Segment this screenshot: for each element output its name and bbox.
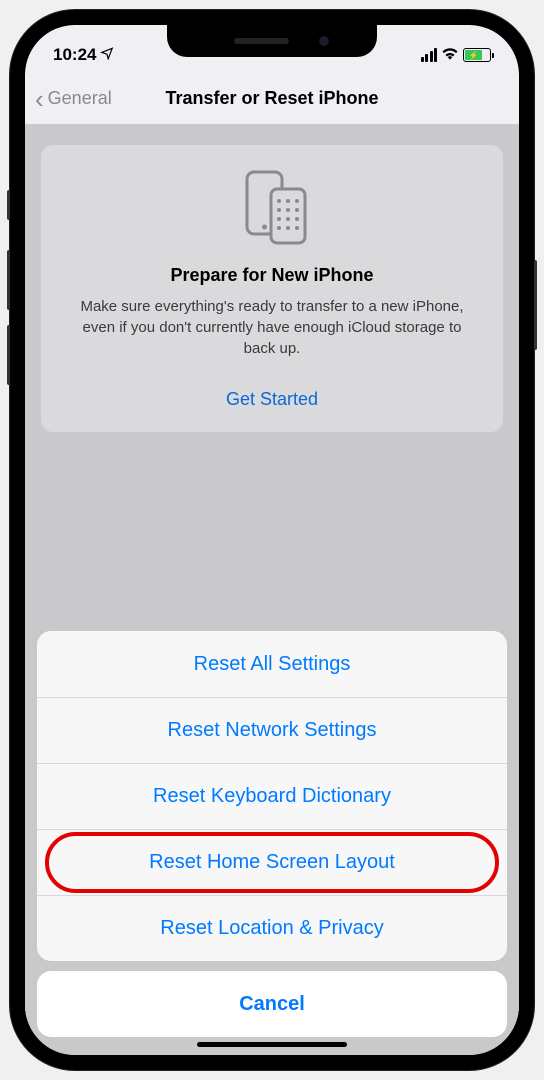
status-time: 10:24 bbox=[53, 45, 96, 65]
reset-location-privacy-option[interactable]: Reset Location & Privacy bbox=[37, 895, 507, 961]
prepare-card: Prepare for New iPhone Make sure everyth… bbox=[41, 145, 503, 432]
cellular-signal-icon bbox=[421, 48, 438, 62]
cancel-label: Cancel bbox=[239, 993, 305, 1016]
reset-network-settings-option[interactable]: Reset Network Settings bbox=[37, 697, 507, 763]
cancel-button[interactable]: Cancel bbox=[37, 971, 507, 1037]
navigation-bar: ‹ General Transfer or Reset iPhone bbox=[25, 73, 519, 125]
option-label: Reset Keyboard Dictionary bbox=[153, 785, 391, 808]
option-label: Reset Network Settings bbox=[168, 719, 377, 742]
option-label: Reset Location & Privacy bbox=[160, 917, 383, 940]
get-started-link[interactable]: Get Started bbox=[59, 389, 485, 410]
devices-icon bbox=[227, 167, 317, 247]
location-icon bbox=[100, 45, 114, 65]
home-indicator[interactable] bbox=[197, 1042, 347, 1047]
phone-device-frame: 10:24 ⚡ ‹ General bbox=[10, 10, 534, 1070]
sheet-options-group: Reset All Settings Reset Network Setting… bbox=[37, 631, 507, 961]
chevron-left-icon: ‹ bbox=[35, 86, 44, 112]
option-label: Reset All Settings bbox=[194, 653, 351, 676]
battery-icon: ⚡ bbox=[463, 48, 491, 62]
wifi-icon bbox=[441, 45, 459, 65]
back-label: General bbox=[48, 88, 112, 109]
page-title: Transfer or Reset iPhone bbox=[165, 88, 378, 109]
prepare-card-description: Make sure everything's ready to transfer… bbox=[59, 296, 485, 359]
back-button[interactable]: ‹ General bbox=[35, 86, 112, 112]
reset-all-settings-option[interactable]: Reset All Settings bbox=[37, 631, 507, 697]
phone-notch bbox=[167, 25, 377, 57]
phone-screen: 10:24 ⚡ ‹ General bbox=[25, 25, 519, 1055]
prepare-card-title: Prepare for New iPhone bbox=[59, 265, 485, 286]
option-label: Reset Home Screen Layout bbox=[149, 851, 395, 874]
reset-home-screen-layout-option[interactable]: Reset Home Screen Layout bbox=[37, 829, 507, 895]
reset-keyboard-dictionary-option[interactable]: Reset Keyboard Dictionary bbox=[37, 763, 507, 829]
reset-action-sheet: Reset All Settings Reset Network Setting… bbox=[37, 631, 507, 1037]
